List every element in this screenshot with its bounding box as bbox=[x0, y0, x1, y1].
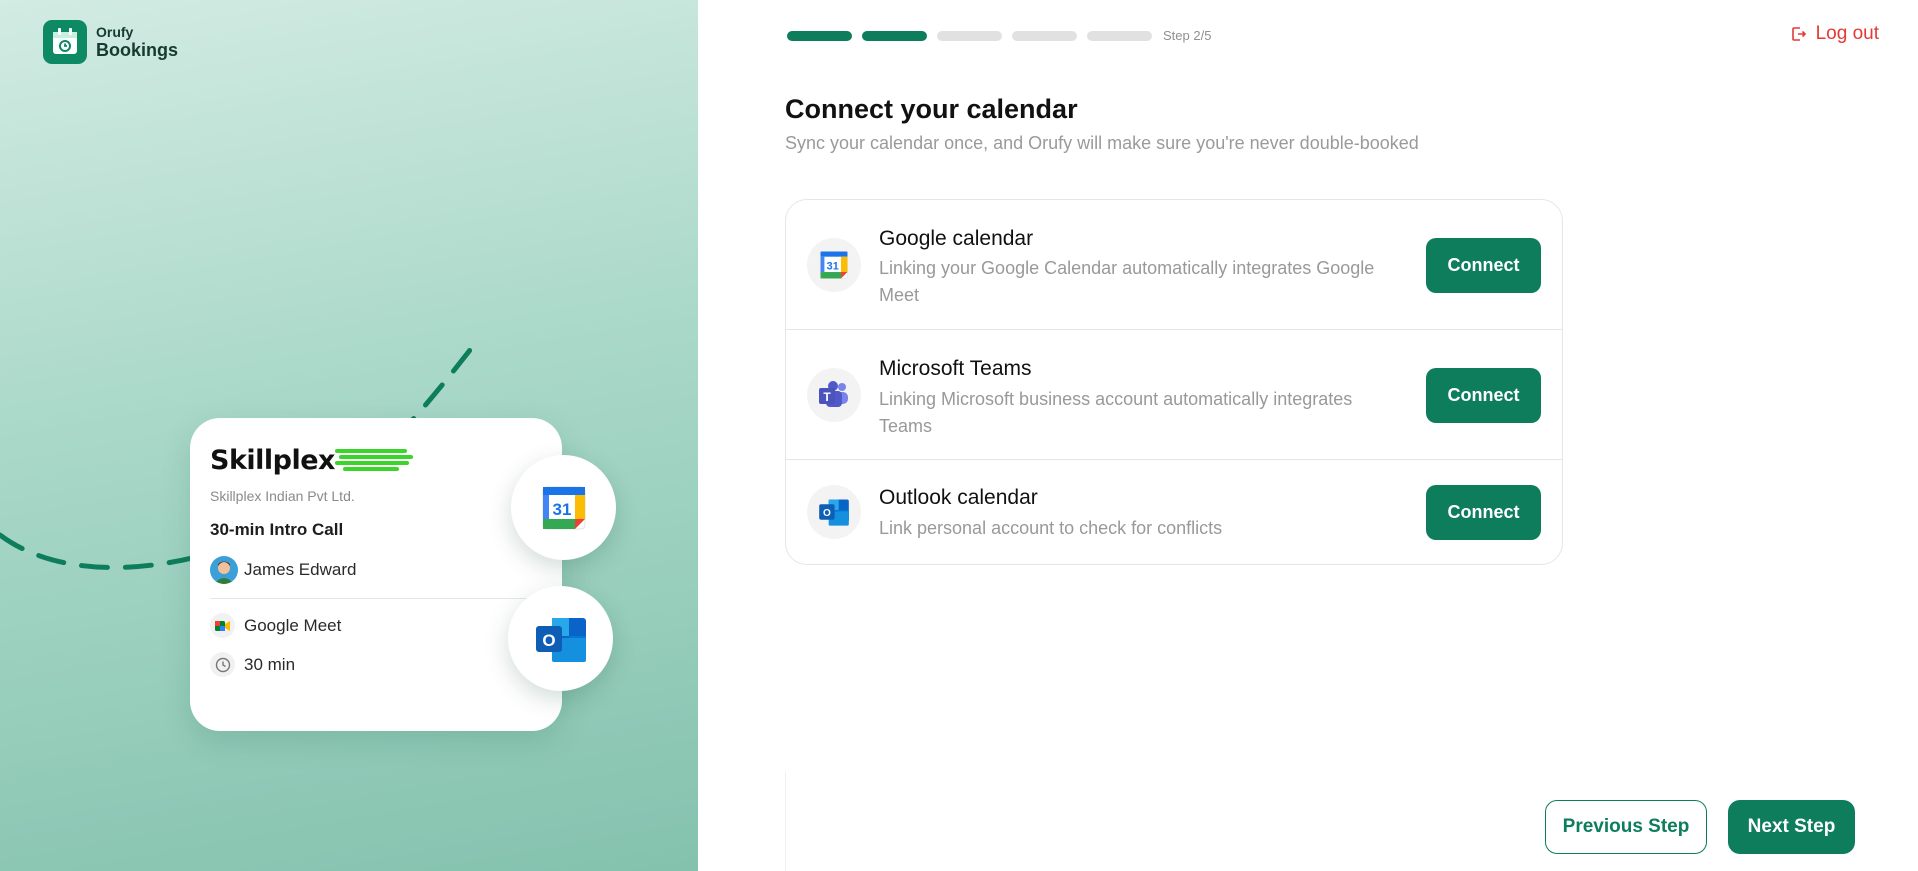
footer-divider bbox=[785, 772, 786, 871]
progress-step-2 bbox=[862, 30, 927, 41]
booking-preview-card: Skillplex Skillplex Indian Pvt Ltd. 30-m… bbox=[190, 418, 562, 731]
google-calendar-icon: 31 bbox=[542, 486, 585, 529]
step-label: Step 2/5 bbox=[1163, 28, 1212, 43]
calendar-providers-list: 31 Google calendar Linking your Google C… bbox=[785, 199, 1563, 565]
page-subtitle: Sync your calendar once, and Orufy will … bbox=[785, 133, 1419, 153]
provider-description: Link personal account to check for confl… bbox=[879, 518, 1223, 538]
logout-icon bbox=[1791, 27, 1806, 41]
google-meet-icon bbox=[210, 613, 235, 638]
previous-step-button[interactable]: Previous Step bbox=[1545, 800, 1707, 854]
card-divider bbox=[210, 598, 542, 599]
provider-google-calendar: 31 Google calendar Linking your Google C… bbox=[786, 200, 1562, 330]
location-label: Google Meet bbox=[244, 615, 342, 635]
page-title: Connect your calendar bbox=[785, 94, 1078, 124]
company-logo-text: Skillplex bbox=[210, 444, 335, 476]
connect-microsoft-teams-button[interactable]: Connect bbox=[1426, 368, 1541, 423]
provider-description: Linking your Google Calendar automatical… bbox=[879, 258, 1375, 305]
speed-lines-icon bbox=[334, 449, 413, 471]
svg-text:31: 31 bbox=[827, 260, 839, 272]
host-row: James Edward bbox=[210, 556, 542, 584]
progress-step-1 bbox=[787, 30, 852, 41]
event-title: 30-min Intro Call bbox=[210, 520, 344, 539]
svg-text:O: O bbox=[542, 631, 555, 650]
svg-text:O: O bbox=[823, 508, 831, 519]
provider-title: Microsoft Teams bbox=[879, 357, 1032, 380]
svg-text:31: 31 bbox=[552, 500, 571, 519]
onboarding-progress: Step 2/5 bbox=[787, 28, 1211, 43]
svg-text:T: T bbox=[823, 390, 831, 404]
google-calendar-badge: 31 bbox=[511, 455, 616, 560]
connect-google-calendar-button[interactable]: Connect bbox=[1426, 238, 1541, 293]
progress-step-5 bbox=[1087, 30, 1152, 41]
progress-step-4 bbox=[1012, 30, 1077, 41]
provider-microsoft-teams: T Microsoft Teams Linking Microsoft busi… bbox=[786, 330, 1562, 460]
progress-step-3 bbox=[937, 30, 1002, 41]
company-name: Skillplex Indian Pvt Ltd. bbox=[210, 488, 355, 504]
duration-label: 30 min bbox=[244, 654, 296, 674]
microsoft-teams-icon: T bbox=[807, 368, 861, 422]
provider-description: Linking Microsoft business account autom… bbox=[879, 389, 1353, 436]
google-calendar-icon: 31 bbox=[807, 238, 861, 292]
logout-label: Log out bbox=[1815, 23, 1879, 44]
host-name: James Edward bbox=[244, 560, 357, 579]
logout-button[interactable]: Log out bbox=[1791, 23, 1879, 45]
outlook-icon: O bbox=[807, 485, 861, 539]
clock-icon bbox=[210, 652, 235, 677]
location-row: Google Meet bbox=[210, 613, 542, 638]
company-logo: Skillplex bbox=[210, 442, 542, 478]
outlook-badge: O bbox=[508, 586, 613, 691]
provider-outlook-calendar: O Outlook calendar Link personal account… bbox=[786, 460, 1562, 564]
provider-title: Google calendar bbox=[879, 227, 1034, 250]
next-step-button[interactable]: Next Step bbox=[1728, 800, 1855, 854]
duration-row: 30 min bbox=[210, 652, 542, 677]
left-showcase-panel: Orufy Bookings Skillplex Skillplex India… bbox=[0, 0, 698, 871]
outlook-icon: O bbox=[535, 617, 586, 662]
provider-title: Outlook calendar bbox=[879, 486, 1038, 509]
connect-outlook-calendar-button[interactable]: Connect bbox=[1426, 485, 1541, 540]
avatar bbox=[210, 556, 238, 584]
